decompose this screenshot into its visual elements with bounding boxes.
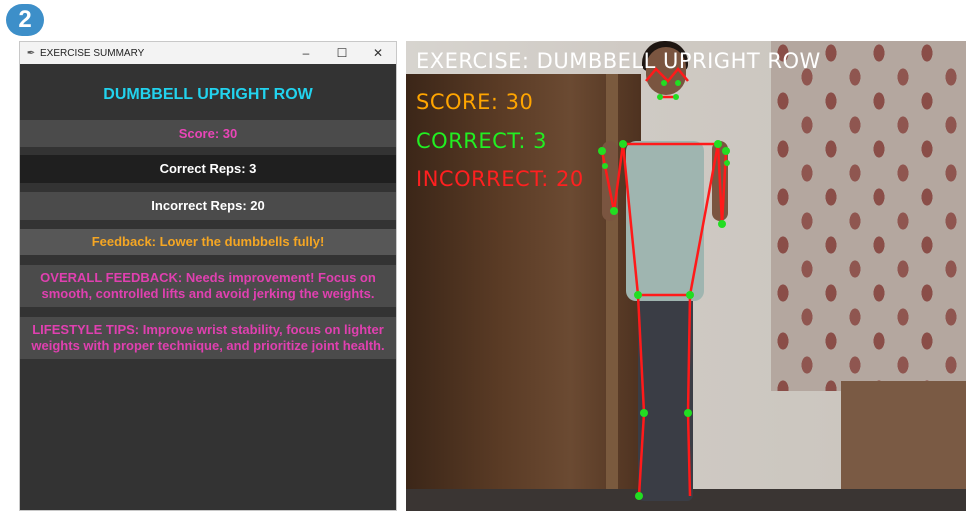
close-button[interactable]: ✕ [360, 46, 396, 60]
camera-feed: EXERCISE: DUMBBELL UPRIGHT ROW SCORE: 30… [406, 41, 966, 511]
window-titlebar: ✒ EXERCISE SUMMARY – ☐ ✕ [20, 42, 396, 64]
feedback-label: Feedback: Lower the dumbbells fully! [20, 229, 396, 255]
score-label: Score: 30 [20, 120, 396, 147]
minimize-button[interactable]: – [288, 46, 324, 60]
lifestyle-tips-label: LIFESTYLE TIPS: Improve wrist stability,… [20, 317, 396, 359]
exercise-heading: DUMBBELL UPRIGHT ROW [103, 86, 313, 103]
overlay-correct-label: CORRECT: 3 [416, 129, 547, 153]
overall-feedback-label: OVERALL FEEDBACK: Needs improvement! Foc… [20, 265, 396, 307]
exercise-summary-window: ✒ EXERCISE SUMMARY – ☐ ✕ DUMBBELL UPRIGH… [19, 41, 397, 511]
overlay-exercise-label: EXERCISE: DUMBBELL UPRIGHT ROW [416, 49, 821, 73]
overlay-score-label: SCORE: 30 [416, 90, 534, 114]
window-title: EXERCISE SUMMARY [40, 47, 145, 59]
overlay-incorrect-label: INCORRECT: 20 [416, 167, 584, 191]
skeleton-lines [600, 67, 728, 497]
maximize-button[interactable]: ☐ [324, 46, 360, 60]
step-number-badge: 2 [6, 4, 44, 36]
correct-reps-label: Correct Reps: 3 [20, 155, 396, 183]
incorrect-reps-label: Incorrect Reps: 20 [20, 192, 396, 220]
feather-icon: ✒ [26, 47, 36, 59]
